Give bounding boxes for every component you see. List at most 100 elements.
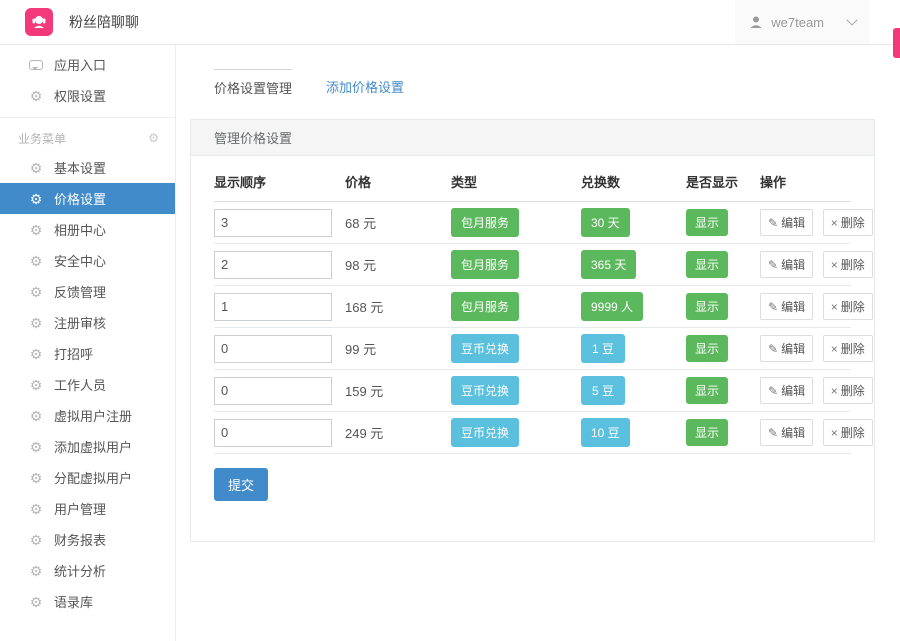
sidebar-item-label: 权限设置	[54, 86, 106, 105]
visibility-toggle-button[interactable]: 显示	[686, 293, 728, 320]
price-value: 98 元	[345, 244, 451, 286]
type-badge: 豆币兑换	[451, 376, 519, 405]
visibility-toggle-button[interactable]: 显示	[686, 419, 728, 446]
delete-button[interactable]: ×删除	[823, 335, 873, 362]
table-row: 168 元 包月服务 9999 人 显示 ✎编辑 ×删除	[214, 286, 851, 328]
edit-button[interactable]: ✎编辑	[760, 293, 813, 320]
gear-icon: ⚙	[28, 347, 44, 361]
gear-icon: ⚙	[28, 502, 44, 516]
delete-button[interactable]: ×删除	[823, 251, 873, 278]
sidebar-item-user-management[interactable]: ⚙ 用户管理	[0, 493, 175, 524]
price-value: 168 元	[345, 286, 451, 328]
col-header-actions: 操作	[760, 160, 851, 202]
visibility-toggle-button[interactable]: 显示	[686, 209, 728, 236]
type-badge: 豆币兑换	[451, 334, 519, 363]
gear-icon: ⚙	[28, 409, 44, 423]
tab-bar: 价格设置管理 添加价格设置	[214, 69, 875, 97]
visibility-toggle-button[interactable]: 显示	[686, 251, 728, 278]
order-input[interactable]	[214, 335, 332, 363]
sidebar-item-greeting[interactable]: ⚙ 打招呼	[0, 338, 175, 369]
page-title: 粉丝陪聊聊	[69, 12, 139, 32]
comment-icon	[28, 58, 44, 72]
delete-button[interactable]: ×删除	[823, 209, 873, 236]
table-row: 98 元 包月服务 365 天 显示 ✎编辑 ×删除	[214, 244, 851, 286]
sidebar-item-label: 相册中心	[54, 220, 106, 239]
order-input[interactable]	[214, 251, 332, 279]
user-icon	[749, 15, 763, 29]
order-input[interactable]	[214, 377, 332, 405]
sidebar-item-album-center[interactable]: ⚙ 相册中心	[0, 214, 175, 245]
edit-button[interactable]: ✎编辑	[760, 419, 813, 446]
count-badge: 9999 人	[581, 292, 643, 321]
sidebar-item-label: 用户管理	[54, 499, 106, 518]
sidebar-item-label: 工作人员	[54, 375, 106, 394]
sidebar-item-registration-review[interactable]: ⚙ 注册审核	[0, 307, 175, 338]
edit-icon: ✎	[768, 300, 778, 314]
sidebar-divider	[0, 117, 175, 118]
type-badge: 豆币兑换	[451, 418, 519, 447]
delete-icon: ×	[831, 426, 838, 440]
edit-button[interactable]: ✎编辑	[760, 251, 813, 278]
table-row: 99 元 豆币兑换 1 豆 显示 ✎编辑 ×删除	[214, 328, 851, 370]
user-name: we7team	[771, 15, 824, 30]
sidebar-item-feedback-management[interactable]: ⚙ 反馈管理	[0, 276, 175, 307]
gear-icon: ⚙	[28, 440, 44, 454]
gear-icon: ⚙	[28, 254, 44, 268]
col-header-visible: 是否显示	[686, 160, 760, 202]
floating-widget-edge[interactable]	[893, 28, 900, 58]
submit-button[interactable]: 提交	[214, 468, 268, 501]
sidebar-item-security-center[interactable]: ⚙ 安全中心	[0, 245, 175, 276]
sidebar-item-quote-library[interactable]: ⚙ 语录库	[0, 586, 175, 617]
tab-price-setting-management[interactable]: 价格设置管理	[214, 69, 292, 97]
sidebar-item-price-settings[interactable]: ⚙ 价格设置	[0, 183, 175, 214]
col-header-price: 价格	[345, 160, 451, 202]
sidebar-item-label: 分配虚拟用户	[54, 468, 132, 487]
sidebar-item-add-virtual-user[interactable]: ⚙ 添加虚拟用户	[0, 431, 175, 462]
gear-icon: ⚙	[28, 192, 44, 206]
order-input[interactable]	[214, 209, 332, 237]
delete-button[interactable]: ×删除	[823, 293, 873, 320]
top-header: 粉丝陪聊聊 we7team	[0, 0, 900, 45]
sidebar-item-label: 应用入口	[54, 55, 106, 74]
edit-icon: ✎	[768, 426, 778, 440]
edit-icon: ✎	[768, 342, 778, 356]
edit-icon: ✎	[768, 258, 778, 272]
gear-icon[interactable]: ⚙	[148, 131, 159, 145]
price-settings-panel: 管理价格设置 显示顺序 价格 类型 兑换数 是否显示 操作	[190, 119, 875, 542]
sidebar-item-basic-settings[interactable]: ⚙ 基本设置	[0, 152, 175, 183]
sidebar-item-label: 价格设置	[54, 189, 106, 208]
gear-icon: ⚙	[28, 285, 44, 299]
visibility-toggle-button[interactable]: 显示	[686, 377, 728, 404]
sidebar-item-label: 添加虚拟用户	[54, 437, 132, 456]
delete-icon: ×	[831, 384, 838, 398]
sidebar-item-statistics[interactable]: ⚙ 统计分析	[0, 555, 175, 586]
delete-button[interactable]: ×删除	[823, 377, 873, 404]
edit-button[interactable]: ✎编辑	[760, 335, 813, 362]
sidebar-item-label: 注册审核	[54, 313, 106, 332]
edit-icon: ✎	[768, 216, 778, 230]
order-input[interactable]	[214, 293, 332, 321]
gear-icon: ⚙	[28, 161, 44, 175]
sidebar-item-permission-settings[interactable]: ⚙ 权限设置	[0, 80, 175, 111]
table-row: 159 元 豆币兑换 5 豆 显示 ✎编辑 ×删除	[214, 370, 851, 412]
gear-icon: ⚙	[28, 533, 44, 547]
user-menu[interactable]: we7team	[735, 0, 870, 44]
edit-button[interactable]: ✎编辑	[760, 209, 813, 236]
visibility-toggle-button[interactable]: 显示	[686, 335, 728, 362]
tab-add-price-setting[interactable]: 添加价格设置	[326, 69, 404, 97]
gear-icon: ⚙	[28, 89, 44, 103]
sidebar: 应用入口 ⚙ 权限设置 业务菜单 ⚙ ⚙ 基本设置 ⚙ 价格设置 ⚙ 相册中心 …	[0, 45, 176, 641]
edit-button[interactable]: ✎编辑	[760, 377, 813, 404]
delete-icon: ×	[831, 216, 838, 230]
gear-icon: ⚙	[28, 471, 44, 485]
price-table: 显示顺序 价格 类型 兑换数 是否显示 操作 68 元 包月服务	[214, 160, 851, 454]
col-header-count: 兑换数	[581, 160, 686, 202]
sidebar-item-virtual-user-register[interactable]: ⚙ 虚拟用户注册	[0, 400, 175, 431]
sidebar-item-staff[interactable]: ⚙ 工作人员	[0, 369, 175, 400]
order-input[interactable]	[214, 419, 332, 447]
edit-icon: ✎	[768, 384, 778, 398]
sidebar-item-financial-report[interactable]: ⚙ 财务报表	[0, 524, 175, 555]
delete-button[interactable]: ×删除	[823, 419, 873, 446]
sidebar-item-app-entry[interactable]: 应用入口	[0, 49, 175, 80]
sidebar-item-assign-virtual-user[interactable]: ⚙ 分配虚拟用户	[0, 462, 175, 493]
